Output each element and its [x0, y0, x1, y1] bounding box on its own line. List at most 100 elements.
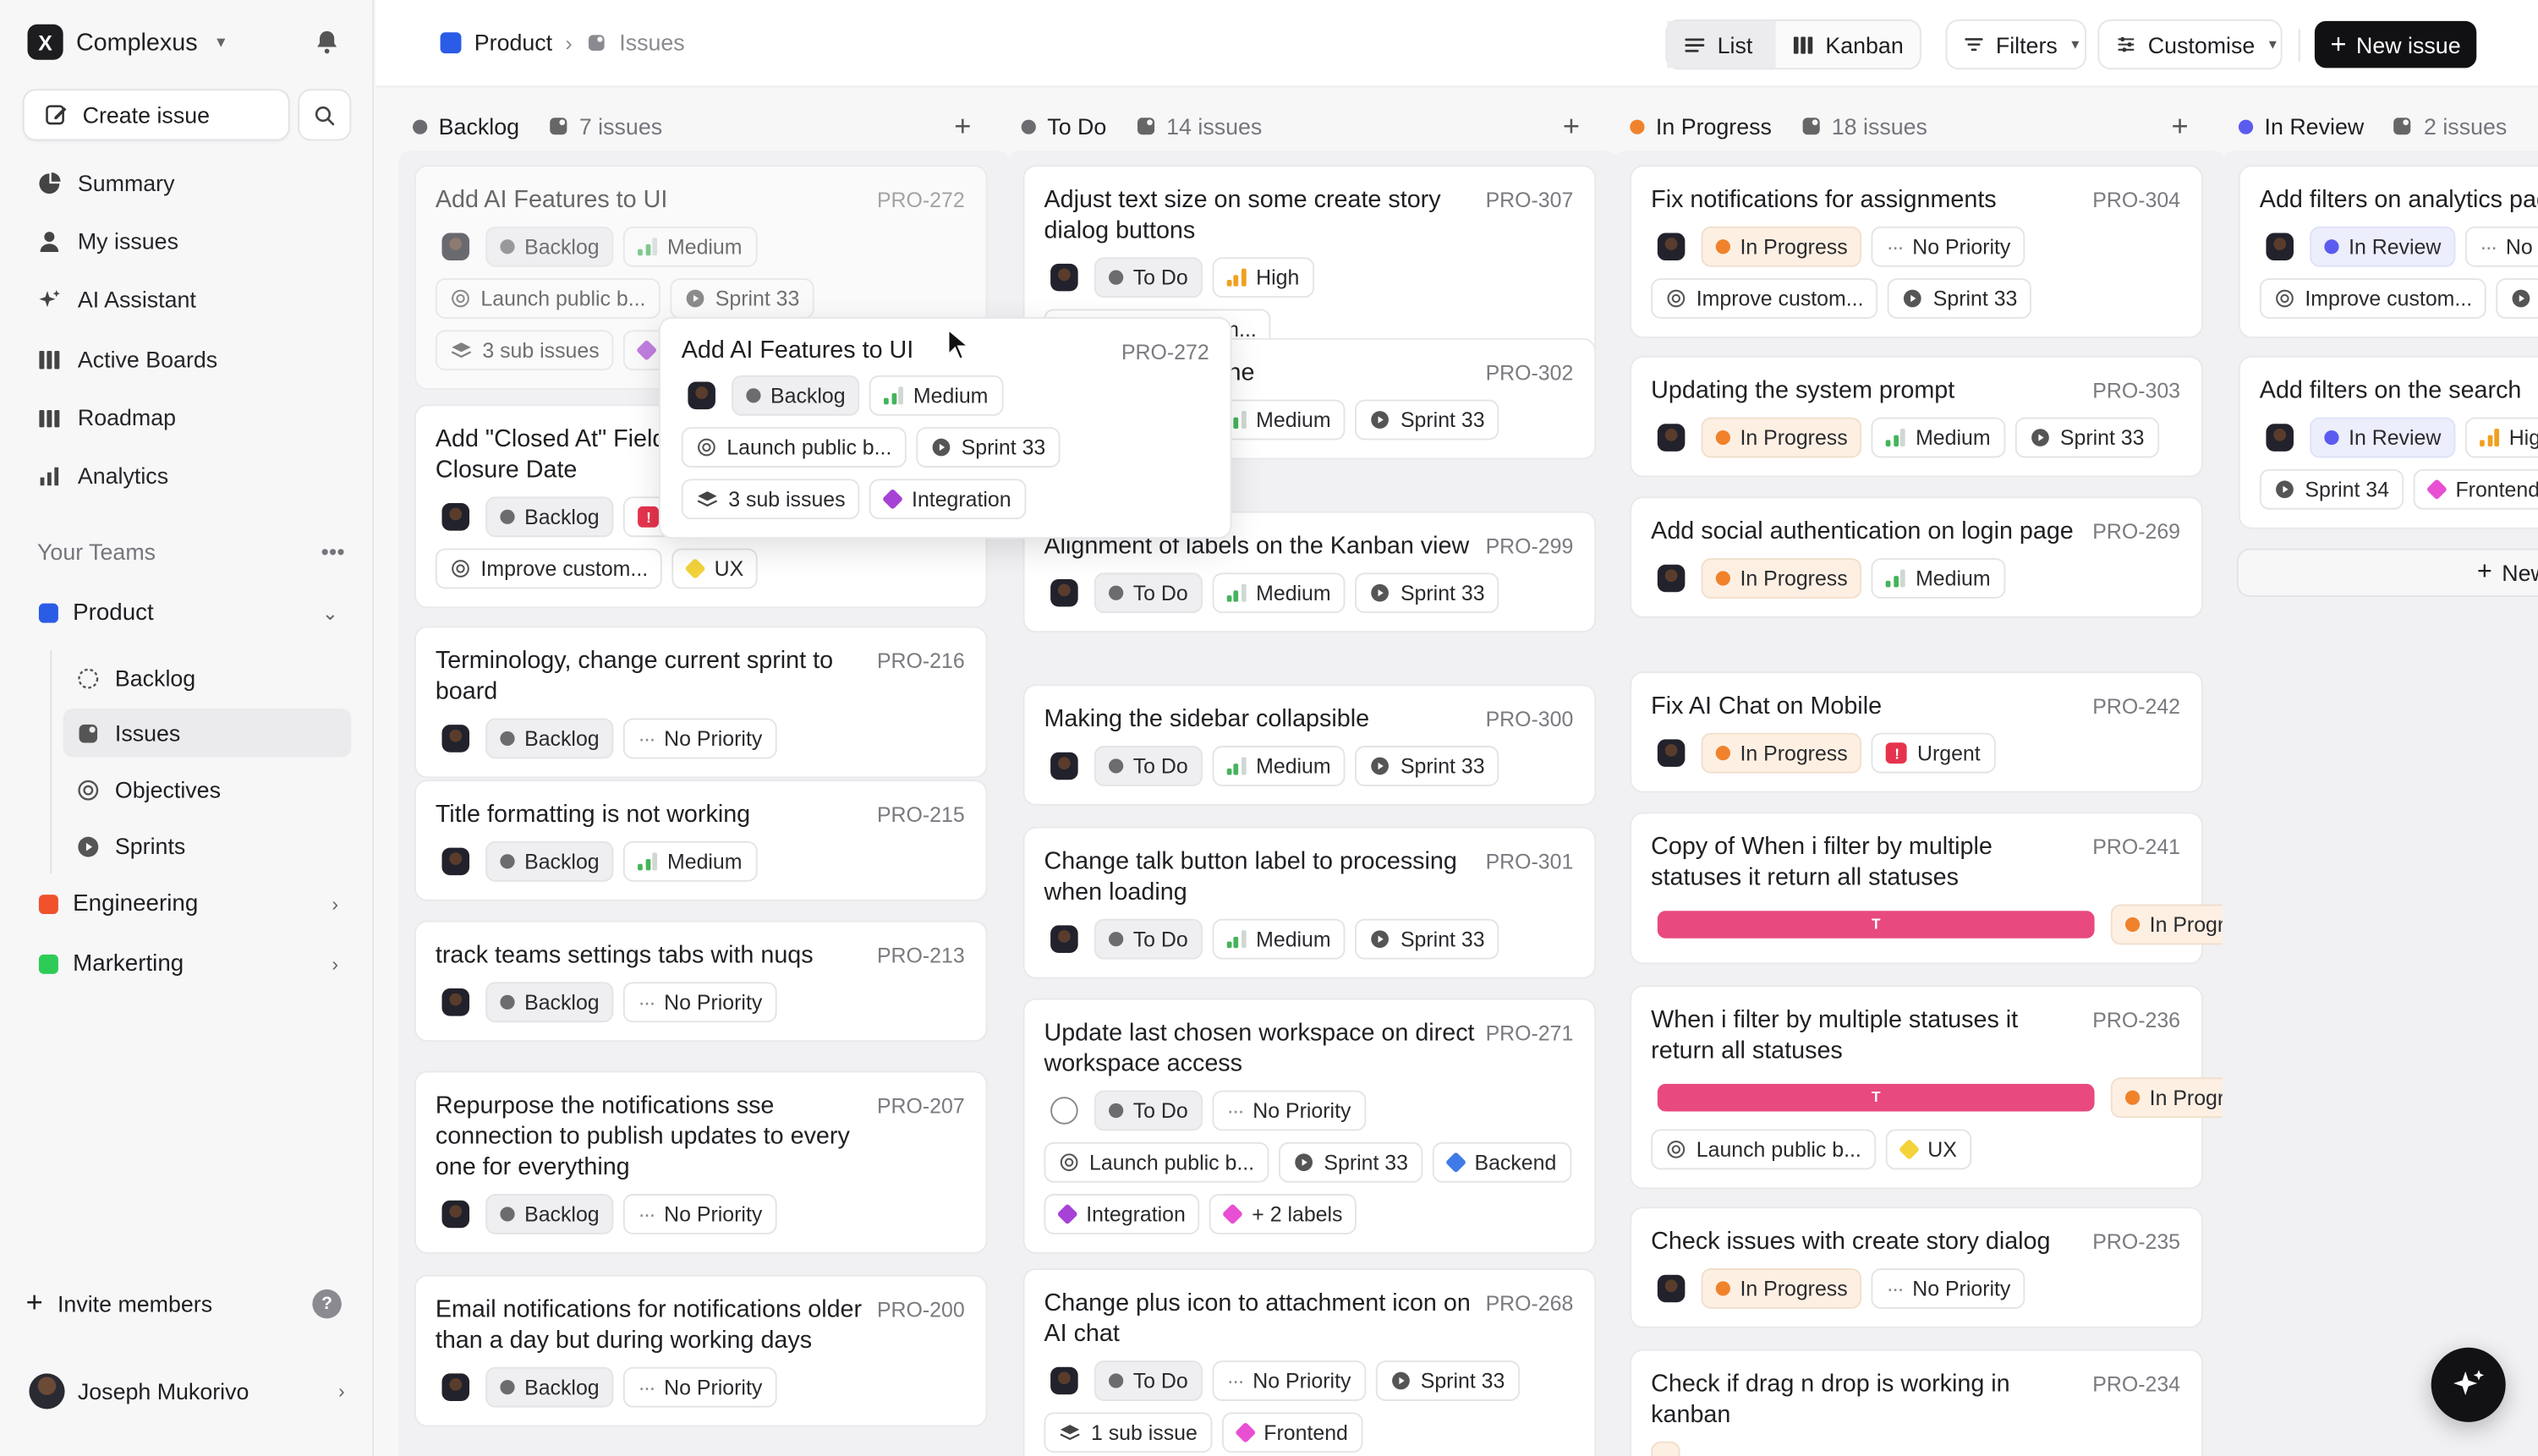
assignee-avatar[interactable] — [435, 840, 476, 882]
priority-chip[interactable]: ··· No Priority — [623, 718, 777, 759]
sprint-chip[interactable]: Sprint 33 — [1375, 1360, 1520, 1401]
assignee-avatar[interactable] — [1651, 732, 1692, 774]
status-chip[interactable]: Backlog — [485, 840, 614, 882]
nav-summary[interactable]: Summary — [23, 159, 352, 207]
assignee-avatar[interactable] — [1044, 1360, 1085, 1401]
priority-chip[interactable]: ··· No Priority — [623, 1194, 777, 1234]
objective-chip[interactable]: Launch public b... — [681, 427, 907, 468]
issue-card[interactable]: When i filter by multiple statuses it re… — [1630, 985, 2415, 1190]
subissues-chip[interactable]: 3 sub issues — [435, 330, 614, 371]
sub-objectives[interactable]: Objectives — [63, 765, 352, 813]
assignee-avatar[interactable] — [1651, 226, 1692, 267]
issue-card[interactable]: Updating the system prompt PRO-303 In Prog… — [1630, 355, 2203, 478]
objective-chip[interactable]: Improve custom... — [2259, 278, 2487, 319]
view-list-button[interactable]: List — [1667, 20, 1776, 68]
issue-card[interactable]: Add filters on the search In Review High Sp… — [2238, 355, 2538, 529]
status-chip[interactable]: In Progress — [1701, 1268, 1862, 1309]
add-issue-button[interactable]: + — [954, 109, 971, 143]
status-chip[interactable] — [1651, 1441, 1680, 1456]
status-chip[interactable]: Backlog — [485, 1366, 614, 1408]
priority-chip[interactable]: Medium — [1872, 417, 2005, 458]
issue-card[interactable]: Check if drag n drop is working in kanba… — [1630, 1349, 2203, 1456]
status-chip[interactable]: Backlog — [485, 982, 614, 1023]
assignee-avatar[interactable] — [1651, 1268, 1692, 1309]
issue-card[interactable]: Fix AI Chat on Mobile PRO-242 In Progress!… — [1630, 671, 2203, 793]
assignee-avatar[interactable] — [1044, 918, 1085, 960]
nav-analytics[interactable]: Analytics — [23, 452, 352, 500]
label-chip[interactable]: Frontend — [1221, 1412, 1363, 1453]
label-chip[interactable]: + 2 labels — [1209, 1194, 1357, 1234]
sprint-chip[interactable]: Sprint 33 — [1888, 278, 2032, 319]
objective-chip[interactable]: Launch public b... — [435, 278, 661, 319]
priority-chip[interactable]: ··· No Priority — [2465, 226, 2538, 267]
status-chip[interactable]: In Review — [2310, 417, 2456, 458]
assignee-avatar[interactable]: T — [1651, 1077, 2102, 1119]
new-issue-button[interactable]: + New issue — [2314, 20, 2477, 68]
new-issue-inline-button[interactable]: + New — [2237, 548, 2538, 598]
issue-card[interactable]: track teams settings tabs with nuqs PRO-2… — [414, 920, 988, 1043]
assignee-avatar[interactable] — [1044, 257, 1085, 298]
status-chip[interactable]: Backlog — [485, 1194, 614, 1234]
team-engineering[interactable]: Engineering › — [26, 880, 352, 928]
label-chip[interactable]: Frontend — [2413, 468, 2538, 510]
status-chip[interactable]: Backlog — [485, 718, 614, 759]
add-issue-button[interactable]: + — [1563, 109, 1580, 143]
issue-card[interactable]: Add filters on analytics page In Review ··… — [2238, 165, 2538, 338]
priority-chip[interactable]: ··· No Priority — [623, 982, 777, 1023]
assignee-avatar[interactable] — [2259, 417, 2300, 458]
user-menu[interactable]: Joseph Mukorivo › — [29, 1373, 345, 1409]
issue-card[interactable]: Check issues with create story dialog PRO… — [1630, 1207, 2203, 1328]
ai-assistant-fab[interactable] — [2431, 1347, 2506, 1422]
assignee-avatar[interactable] — [1044, 746, 1085, 786]
status-chip[interactable]: To Do — [1094, 1090, 1203, 1131]
sprint-chip[interactable]: Sprint 33 — [1355, 572, 1499, 614]
assignee-avatar[interactable]: T — [1651, 904, 2102, 945]
team-marketing[interactable]: Markerting › — [26, 940, 352, 988]
sprint-chip[interactable]: Sprint 33 — [1278, 1141, 1423, 1183]
assignee-avatar[interactable] — [435, 718, 476, 759]
status-chip[interactable]: To Do — [1094, 746, 1203, 786]
objective-chip[interactable]: Launch public b... — [1651, 1129, 1877, 1170]
status-chip[interactable]: Backlog — [485, 226, 614, 267]
dragged-card[interactable]: Add AI Features to UI PRO-272 Backlog Me… — [658, 317, 1232, 539]
help-icon[interactable]: ? — [312, 1289, 342, 1319]
nav-roadmap[interactable]: Roadmap — [23, 393, 352, 441]
assignee-avatar[interactable] — [435, 982, 476, 1023]
sub-issues[interactable]: Issues — [63, 709, 352, 758]
assignee-avatar[interactable] — [1651, 558, 1692, 599]
objective-chip[interactable]: Improve custom... — [1651, 278, 1878, 319]
nav-my-issues[interactable]: My issues — [23, 216, 352, 265]
issue-card[interactable]: Copy of When i filter by multiple status… — [1630, 812, 2415, 965]
sprint-chip[interactable]: Sprint 33 — [2015, 417, 2159, 458]
status-chip[interactable]: To Do — [1094, 257, 1203, 298]
sprint-chip[interactable]: Sprint 33 — [1355, 746, 1499, 786]
issue-card[interactable]: Repurpose the notifications sse connecti… — [414, 1070, 988, 1254]
label-chip[interactable]: UX — [1885, 1129, 1972, 1170]
assignee-avatar[interactable] — [435, 1194, 476, 1234]
priority-chip[interactable]: ! Urgent — [1872, 732, 1995, 774]
priority-chip[interactable]: Medium — [623, 226, 757, 267]
create-issue-button[interactable]: Create issue — [22, 89, 290, 141]
status-chip[interactable]: In Progress — [1701, 417, 1862, 458]
workspace-switcher[interactable]: X Complexus ▼ — [27, 24, 228, 60]
assignee-avatar[interactable] — [681, 375, 722, 416]
priority-chip[interactable]: ··· No Priority — [1872, 1268, 2025, 1309]
more-icon[interactable]: ••• — [321, 539, 344, 565]
status-chip[interactable]: To Do — [1094, 1360, 1203, 1401]
priority-chip[interactable]: Medium — [623, 840, 757, 882]
status-chip[interactable]: To Do — [1094, 572, 1203, 614]
priority-chip[interactable]: Medium — [1212, 746, 1346, 786]
priority-chip[interactable]: Medium — [1212, 572, 1346, 614]
status-chip[interactable]: In Progress — [1701, 558, 1862, 599]
label-chip[interactable]: UX — [672, 548, 759, 589]
issue-card[interactable]: Making the sidebar collapsible PRO-300 To … — [1022, 684, 1597, 806]
priority-chip[interactable]: ··· No Priority — [1872, 226, 2025, 267]
label-chip[interactable]: Integration — [1044, 1194, 1201, 1234]
assignee-avatar[interactable] — [1044, 1090, 1085, 1131]
subissues-chip[interactable]: 3 sub issues — [681, 479, 860, 520]
sprint-chip[interactable]: Sprint 33 — [1355, 918, 1499, 960]
status-chip[interactable]: Backlog — [732, 375, 860, 416]
view-kanban-button[interactable]: Kanban — [1775, 21, 1920, 68]
nav-ai-assistant[interactable]: AI Assistant — [23, 275, 352, 323]
status-chip[interactable]: In Progress — [1701, 732, 1862, 774]
